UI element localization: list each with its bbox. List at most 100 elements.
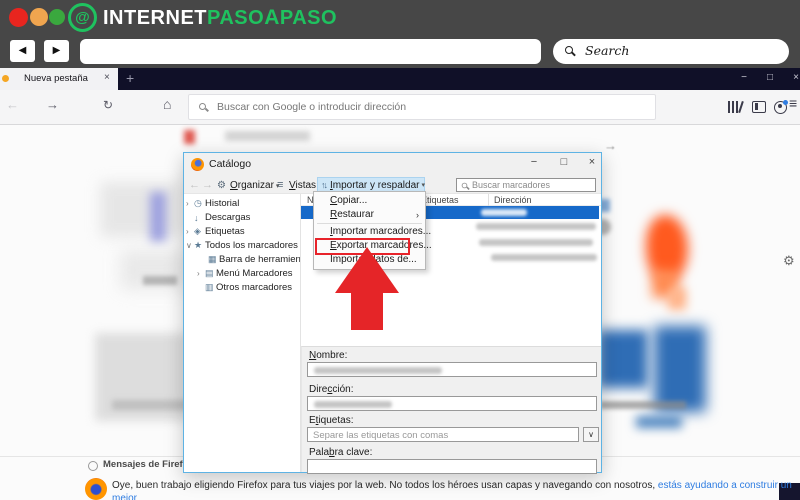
redacted-text [314, 401, 392, 408]
column-direccion[interactable]: Dirección [494, 195, 532, 205]
library-icon[interactable] [728, 101, 730, 113]
dialog-close-button[interactable]: × [584, 156, 600, 168]
search-icon [461, 182, 468, 188]
column-etiquetas[interactable]: Etiquetas [421, 195, 459, 205]
blurred-logo-orange [652, 270, 678, 298]
etiquetas-label: Etiquetas: [309, 415, 354, 426]
red-arrow-annotation [351, 292, 383, 330]
sidebar-item-menu-marcadores[interactable]: › ▤ Menú Marcadores [184, 267, 300, 280]
redacted-text [600, 401, 686, 409]
sidebar-item-todos-los-marcadores[interactable]: ∨ ★ Todos los marcadores [184, 239, 300, 252]
blurred-logo-orange [668, 288, 686, 310]
firefox-message: Oye, buen trabajo eligiendo Firefox para… [112, 479, 800, 500]
dialog-back-icon[interactable]: ← [189, 179, 200, 191]
toolbar-icon: ▦ [208, 254, 217, 264]
redacted-url [479, 239, 593, 246]
etiquetas-field[interactable]: Separe las etiquetas con comas [307, 427, 579, 442]
import-backup-label: mportar y respaldar [332, 179, 420, 191]
sidebar-item-label: Todos los marcadores [205, 240, 298, 251]
blurred-logo-blue [598, 330, 648, 388]
favicon-dot [2, 75, 9, 82]
sidebar-item-label: Menú Marcadores [216, 268, 293, 279]
sidebar-toggle-icon[interactable] [752, 101, 766, 113]
hamburger-menu-icon[interactable]: ≡ [789, 95, 797, 111]
bookmarks-search-input[interactable]: Buscar marcadores [456, 178, 596, 192]
blurred-content [150, 192, 166, 242]
urlbar[interactable]: Buscar con Google o introducir dirección [188, 94, 656, 120]
sidebar-item-label: Etiquetas [205, 226, 245, 237]
blurred-content [100, 182, 185, 237]
palabra-clave-field[interactable] [307, 459, 597, 474]
direccion-field[interactable] [307, 396, 597, 411]
red-arrow-annotation [335, 247, 399, 293]
menu-icon: ▤ [205, 268, 214, 278]
newtab-settings-gear-icon[interactable]: ⚙ [783, 253, 795, 269]
messages-icon [88, 461, 98, 471]
column-separator[interactable] [488, 194, 489, 206]
sidebar-item-otros-marcadores[interactable]: ▥ Otros marcadores [184, 281, 300, 294]
blurred-logo-blue [636, 416, 682, 428]
sidebar-item-historial[interactable]: › ◷ Historial [184, 197, 300, 210]
home-icon[interactable]: ⌂ [163, 96, 171, 112]
expander-icon[interactable]: › [197, 269, 205, 278]
tab-nueva-pestana[interactable]: Nueva pestaña × [0, 68, 118, 90]
tab-close-icon[interactable]: × [104, 72, 110, 83]
blurred-content [95, 333, 188, 421]
sidebar-item-descargas[interactable]: ↓ Descargas [184, 211, 300, 224]
chevron-down-icon: ▾ [421, 182, 425, 189]
views-icon: ≡ [277, 179, 284, 191]
back-icon[interactable]: ← [6, 97, 19, 112]
blurred-content [120, 250, 190, 290]
search-placeholder: Search [585, 43, 630, 58]
nombre-field[interactable] [307, 362, 597, 377]
expander-icon[interactable]: › [186, 199, 194, 208]
dialog-minimize-button[interactable]: − [526, 156, 542, 168]
page: @ INTERNETPASOAPASO ◀ ▶ Search Nueva pes… [0, 0, 800, 500]
menu-item-restaurar[interactable]: Restaurar › [314, 208, 425, 222]
menu-item-importar-marcadores[interactable]: Importar marcadores... [314, 225, 431, 239]
mock-address-bar[interactable] [80, 39, 541, 64]
organize-label: rganizar [237, 180, 274, 191]
redacted-text [314, 367, 442, 374]
new-tab-button[interactable]: + [126, 70, 134, 86]
views-label: istas [295, 180, 317, 191]
catalogo-dialog: Catálogo − □ × ← → ⚙ Organizar ▾ ≡ Vistas… [183, 152, 602, 474]
submenu-arrow-icon: › [416, 210, 419, 220]
etiquetas-dropdown-button[interactable]: ∨ [583, 427, 599, 442]
redacted-text [143, 276, 177, 285]
organize-button[interactable]: Organizar ▾ [230, 180, 279, 191]
mock-back-button[interactable]: ◀ [10, 40, 35, 62]
search-icon [565, 46, 573, 54]
firefox-messages-label: Mensajes de Firefox [103, 459, 194, 470]
mock-search-box[interactable]: Search [553, 39, 789, 64]
window-maximize-button[interactable]: □ [762, 72, 778, 83]
bookmark-details-panel: Nombre: Dirección: Etiquetas: Separe las… [301, 346, 601, 474]
mock-forward-button[interactable]: ▶ [44, 40, 69, 62]
expander-icon[interactable]: › [186, 227, 194, 236]
dialog-maximize-button[interactable]: □ [556, 156, 572, 168]
menu-item-copiar[interactable]: Copiar... [314, 194, 425, 208]
blurred-logo-orange [646, 215, 688, 281]
dialog-forward-icon[interactable]: → [202, 179, 213, 191]
firefox-logo [85, 478, 107, 500]
forward-icon[interactable]: → [46, 97, 59, 112]
brand-word-paso1: PASO [207, 7, 265, 29]
account-icon[interactable] [774, 100, 788, 114]
window-minimize-button[interactable]: − [736, 72, 752, 83]
brand-word-internet: INTERNET [103, 7, 207, 29]
reload-icon[interactable]: ↻ [103, 98, 113, 112]
expander-icon[interactable]: ∨ [186, 241, 194, 250]
download-icon: ↓ [194, 212, 199, 223]
firefox-icon [191, 158, 204, 171]
sidebar-item-etiquetas[interactable]: › ◈ Etiquetas [184, 225, 300, 238]
window-dot-red [9, 8, 28, 27]
firefox-toolbar: ← → ↻ ⌂ Buscar con Google o introducir d… [0, 90, 800, 125]
folder-icon: ▥ [205, 282, 214, 292]
tags-icon: ◈ [194, 226, 201, 236]
window-close-button[interactable]: × [788, 72, 800, 83]
bg-arrow-fragment: → [604, 138, 617, 153]
sidebar-item-barra-herramientas[interactable]: ▦Barra de herramientas de... [184, 253, 300, 266]
redacted-text [112, 400, 190, 410]
clock-icon: ◷ [194, 198, 202, 208]
dialog-titlebar[interactable]: Catálogo − □ × [184, 153, 601, 176]
